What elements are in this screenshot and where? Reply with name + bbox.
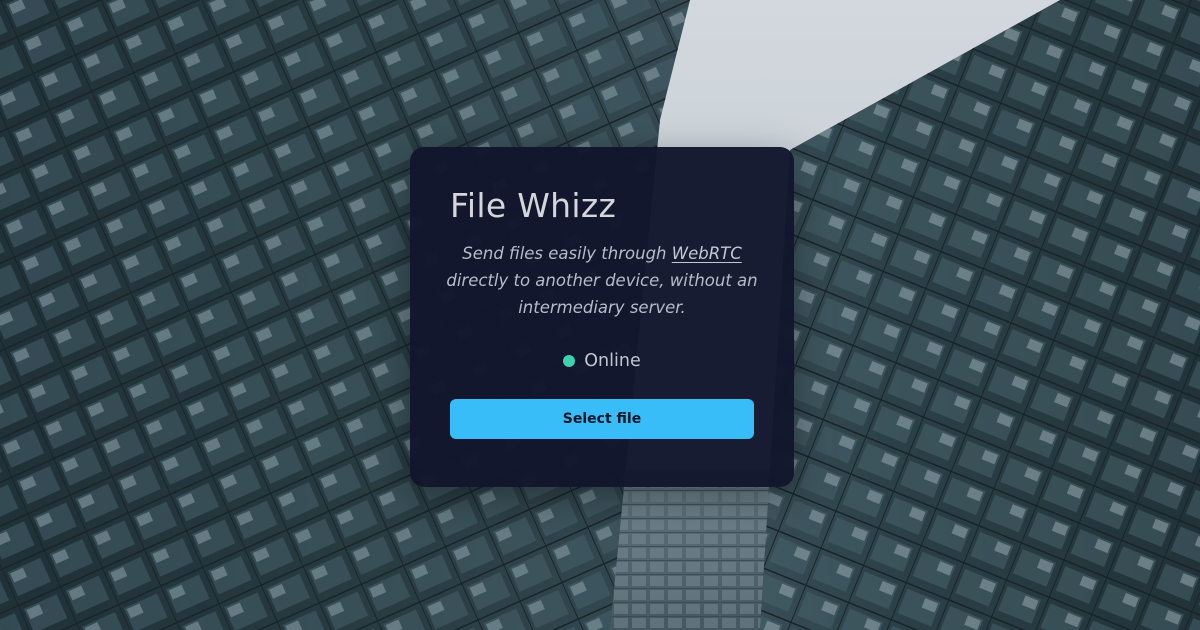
select-file-button[interactable]: Select file xyxy=(450,399,754,439)
description-text-start: Send files easily through xyxy=(462,244,672,263)
status-label: Online xyxy=(584,351,641,371)
file-share-card: File Whizz Send files easily through Web… xyxy=(410,147,794,487)
app-title: File Whizz xyxy=(450,186,617,225)
status-dot-icon xyxy=(563,355,576,367)
description-text-end: directly to another device, without an i… xyxy=(446,271,758,317)
connection-status: Online xyxy=(410,351,794,371)
webrtc-link[interactable]: WebRTC xyxy=(672,244,742,263)
app-description: Send files easily through WebRTC directl… xyxy=(440,240,764,321)
